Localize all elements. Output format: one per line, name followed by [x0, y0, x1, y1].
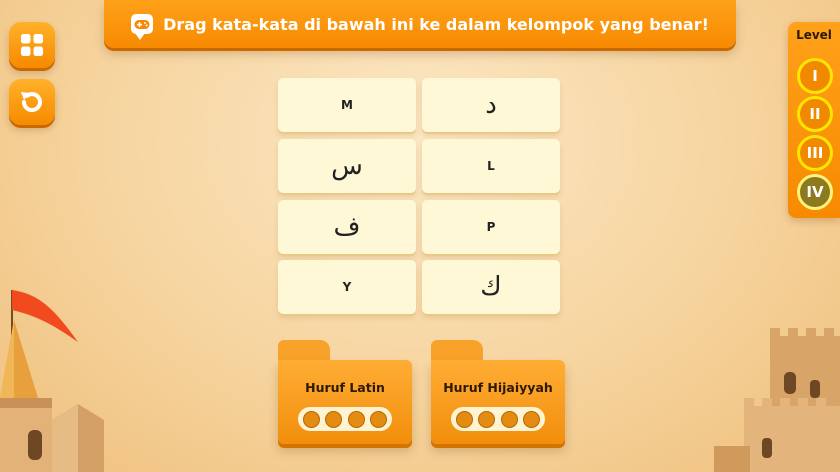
level-panel: Level I II III IV	[788, 22, 840, 218]
level-button-4[interactable]: IV	[797, 174, 833, 210]
level-button-2[interactable]: II	[797, 96, 833, 132]
word-card-arabic-kaf[interactable]: ك	[422, 260, 560, 314]
empty-slot	[303, 410, 321, 428]
folder-slot-tray	[298, 407, 392, 431]
folder-slot-tray	[451, 407, 545, 431]
empty-slot	[456, 410, 474, 428]
folder-label: Huruf Hijaiyyah	[443, 380, 553, 395]
empty-slot	[347, 410, 365, 428]
empty-slot	[500, 410, 518, 428]
empty-slot	[325, 410, 343, 428]
word-card-latin-l[interactable]: L	[422, 139, 560, 193]
empty-slot	[478, 410, 496, 428]
level-button-1[interactable]: I	[797, 58, 833, 94]
word-card-arabic-fa[interactable]: ف	[278, 200, 416, 254]
level-button-3[interactable]: III	[797, 135, 833, 171]
word-card-latin-p[interactable]: P	[422, 200, 560, 254]
folder-label: Huruf Latin	[305, 380, 385, 395]
word-card-arabic-sin[interactable]: س	[278, 139, 416, 193]
menu-grid-button[interactable]	[9, 22, 55, 68]
word-card-arabic-dal[interactable]: د	[422, 78, 560, 132]
refresh-icon	[21, 92, 42, 112]
instruction-banner: Drag kata-kata di bawah ini ke dalam kel…	[104, 0, 736, 48]
empty-slot	[369, 410, 387, 428]
drop-folder-huruf-latin[interactable]: Huruf Latin	[278, 340, 412, 444]
instruction-text: Drag kata-kata di bawah ini ke dalam kel…	[163, 14, 709, 34]
folder-body	[431, 360, 565, 444]
level-title: Level	[796, 28, 832, 42]
word-card-latin-m[interactable]: M	[278, 78, 416, 132]
left-castle-decoration	[0, 290, 104, 472]
grid-icon	[21, 34, 43, 56]
chat-gamepad-icon	[131, 14, 154, 40]
empty-slot	[522, 410, 540, 428]
right-castle-decoration	[714, 328, 840, 472]
drop-folder-huruf-hijaiyyah[interactable]: Huruf Hijaiyyah	[431, 340, 565, 444]
folder-body	[278, 360, 412, 444]
word-card-latin-y[interactable]: Y	[278, 260, 416, 314]
restart-button[interactable]	[9, 79, 55, 125]
